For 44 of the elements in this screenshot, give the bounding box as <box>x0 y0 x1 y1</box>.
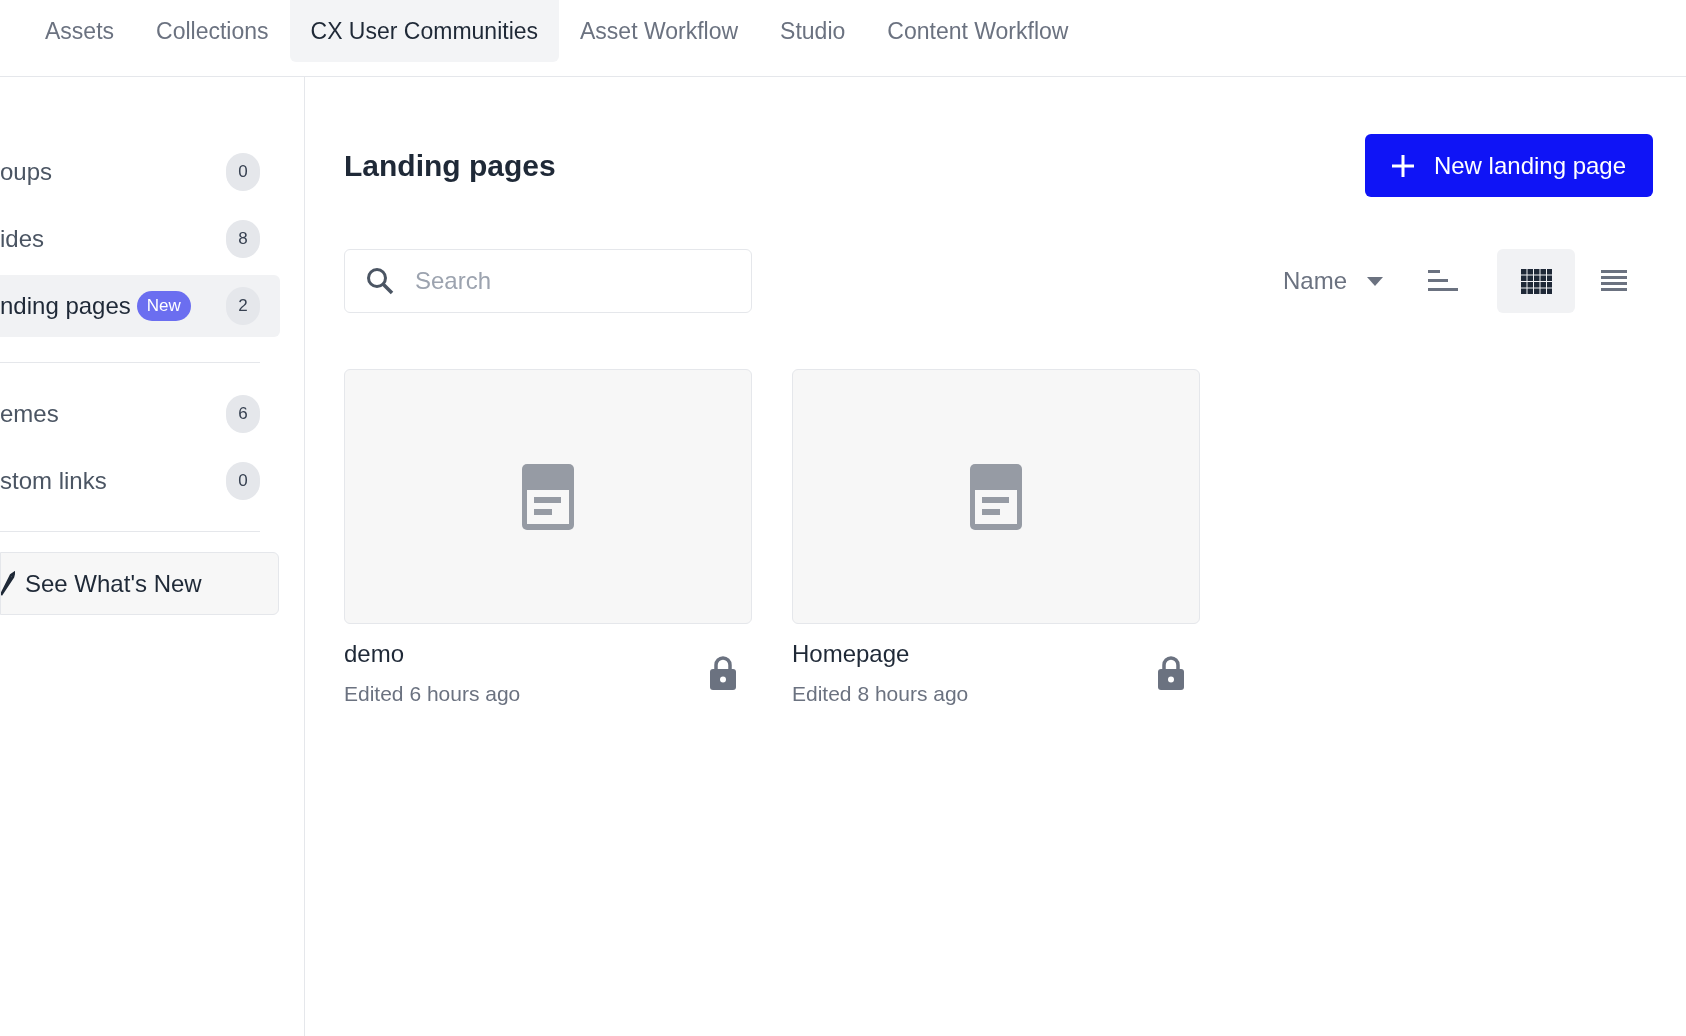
count-badge: 0 <box>226 153 260 191</box>
sidebar-item-label: oups <box>0 157 53 187</box>
page-title: Landing pages <box>344 148 556 184</box>
nav-tab[interactable]: CX User Communities <box>289 0 560 62</box>
plus-icon <box>1391 154 1414 177</box>
lock-icon <box>1158 655 1184 690</box>
document-icon <box>522 463 574 530</box>
nav-tab[interactable]: Studio <box>759 0 867 62</box>
count-badge: 8 <box>226 220 260 258</box>
sidebar-item-label: nding pages <box>0 291 131 321</box>
list-icon <box>1601 270 1627 292</box>
count-badge: 6 <box>226 395 260 433</box>
sort-dropdown[interactable]: Name <box>1282 263 1383 299</box>
sidebar-item-label: emes <box>0 399 59 429</box>
card-name: demo <box>344 639 406 669</box>
new-landing-page-button[interactable]: New landing page <box>1365 134 1653 197</box>
sidebar-item[interactable]: oups 0 <box>0 141 280 203</box>
count-badge: 0 <box>226 462 260 500</box>
lock-icon <box>710 655 736 690</box>
sidebar-item[interactable]: stom links 0 <box>0 450 280 512</box>
view-toggle[interactable] <box>1497 249 1575 313</box>
nav-tab[interactable]: Asset Workflow <box>559 0 760 62</box>
document-icon <box>970 463 1022 530</box>
caret-icon <box>1367 276 1383 286</box>
nav-tab[interactable]: Assets <box>24 0 136 62</box>
card-thumbnail[interactable] <box>792 369 1200 624</box>
new-tag: New <box>136 291 191 321</box>
edited-time: Edited 6 hours ago <box>344 681 522 707</box>
card-thumbnail[interactable] <box>344 369 752 624</box>
search-icon <box>366 267 394 295</box>
nav-tab[interactable]: Content Workflow <box>866 0 1090 62</box>
sidebar-item-label: ides <box>0 224 45 254</box>
search-field[interactable]: Search <box>344 249 752 313</box>
sidebar-item[interactable]: emes 6 <box>0 383 280 445</box>
count-badge: 2 <box>226 287 260 325</box>
sort-icon <box>1428 270 1458 292</box>
grid-icon <box>1520 268 1552 294</box>
card-name: Homepage <box>792 639 911 669</box>
sidebar-item[interactable]: nding pages New 2 <box>0 275 280 337</box>
edited-time: Edited 8 hours ago <box>792 681 970 707</box>
nav-tab[interactable]: Collections <box>135 0 290 62</box>
sidebar-item-label: stom links <box>0 466 107 496</box>
sidebar-item[interactable]: ides 8 <box>0 208 280 270</box>
see-whats-new-button[interactable]: See What's New <box>0 552 279 615</box>
